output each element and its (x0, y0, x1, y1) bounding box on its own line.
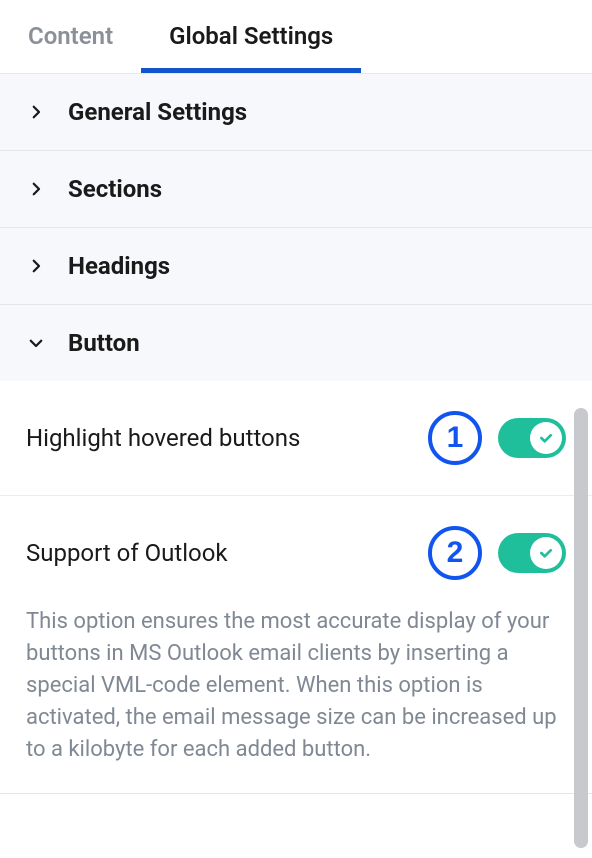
scrollbar-thumb[interactable] (574, 408, 588, 848)
row-right: 1 (428, 411, 566, 465)
accordion-header-general[interactable]: General Settings (0, 74, 592, 150)
accordion-item-sections: Sections (0, 151, 592, 228)
accordion-title: General Settings (68, 98, 247, 126)
accordion-header-sections[interactable]: Sections (0, 151, 592, 227)
chevron-right-icon (26, 102, 46, 122)
tab-global-settings[interactable]: Global Settings (141, 0, 361, 73)
annotation-badge-2: 2 (428, 526, 482, 580)
row-right: 2 (428, 526, 566, 580)
accordion-body-button: Highlight hovered buttons 1 Support of O… (0, 381, 592, 793)
scrollbar-track[interactable] (574, 408, 588, 848)
row-support-outlook: Support of Outlook 2 (0, 496, 592, 600)
accordion-item-general: General Settings (0, 74, 592, 151)
support-outlook-description: This option ensures the most accurate di… (26, 606, 566, 765)
chevron-right-icon (26, 256, 46, 276)
accordion-title: Headings (68, 252, 170, 280)
toggle-knob (530, 537, 562, 569)
annotation-badge-1: 1 (428, 411, 482, 465)
accordion-header-headings[interactable]: Headings (0, 228, 592, 304)
tab-content[interactable]: Content (0, 0, 141, 73)
accordion-item-headings: Headings (0, 228, 592, 305)
chevron-right-icon (26, 179, 46, 199)
settings-tabs: Content Global Settings (0, 0, 592, 74)
accordion-title: Sections (68, 175, 162, 203)
accordion-header-button[interactable]: Button (0, 305, 592, 381)
settings-accordion: General Settings Sections Headings Butto… (0, 74, 592, 794)
chevron-down-icon (26, 333, 46, 353)
row-highlight-hovered: Highlight hovered buttons 1 (0, 381, 592, 496)
support-outlook-description-block: This option ensures the most accurate di… (0, 600, 592, 793)
accordion-title: Button (68, 329, 140, 357)
accordion-item-button: Button Highlight hovered buttons 1 Suppo… (0, 305, 592, 794)
support-outlook-toggle[interactable] (498, 533, 566, 573)
toggle-knob (530, 422, 562, 454)
support-outlook-label: Support of Outlook (26, 539, 428, 567)
highlight-hovered-label: Highlight hovered buttons (26, 424, 428, 452)
highlight-hovered-toggle[interactable] (498, 418, 566, 458)
